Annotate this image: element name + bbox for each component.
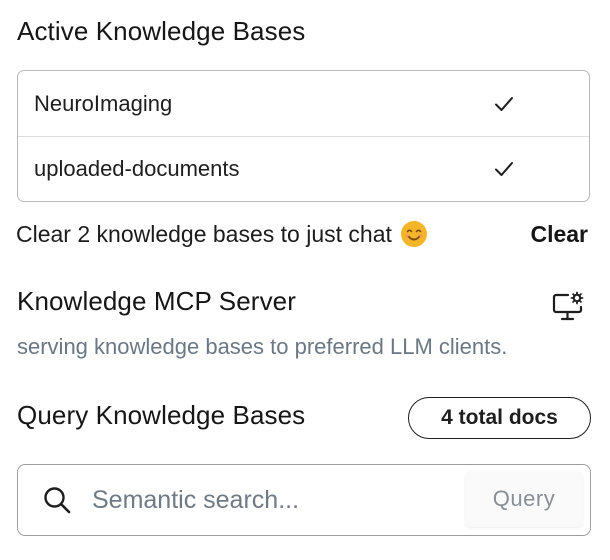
search-icon bbox=[44, 487, 71, 514]
active-knowledge-bases-list: NeuroImaging uploaded-documents bbox=[17, 70, 590, 202]
mcp-server-subtitle: serving knowledge bases to preferred LLM… bbox=[17, 334, 508, 359]
clear-hint-text: Clear 2 knowledge bases to just chat bbox=[16, 220, 392, 247]
knowledge-mcp-server-title: Knowledge MCP Server bbox=[17, 286, 296, 316]
knowledge-base-item-uploaded-documents[interactable]: uploaded-documents bbox=[18, 136, 589, 201]
clear-button[interactable]: Clear bbox=[530, 221, 591, 248]
clear-knowledge-bases-row: Clear 2 knowledge bases to just chat Cle… bbox=[16, 220, 591, 248]
check-icon bbox=[495, 162, 513, 176]
knowledge-base-item-neuroimaging[interactable]: NeuroImaging bbox=[18, 71, 589, 136]
check-icon bbox=[495, 96, 513, 111]
knowledge-base-label: NeuroImaging bbox=[34, 90, 173, 116]
total-docs-badge: 4 total docs bbox=[408, 397, 591, 439]
active-knowledge-bases-title: Active Knowledge Bases bbox=[17, 16, 306, 46]
knowledge-base-label: uploaded-documents bbox=[34, 156, 240, 181]
smiling-face-emoji-icon bbox=[400, 221, 427, 247]
query-knowledge-bases-title: Query Knowledge Bases bbox=[17, 400, 306, 430]
semantic-search-box: Query bbox=[17, 464, 591, 536]
semantic-search-input[interactable] bbox=[90, 484, 454, 516]
query-button[interactable]: Query bbox=[465, 471, 583, 527]
monitor-settings-icon[interactable] bbox=[551, 290, 585, 324]
